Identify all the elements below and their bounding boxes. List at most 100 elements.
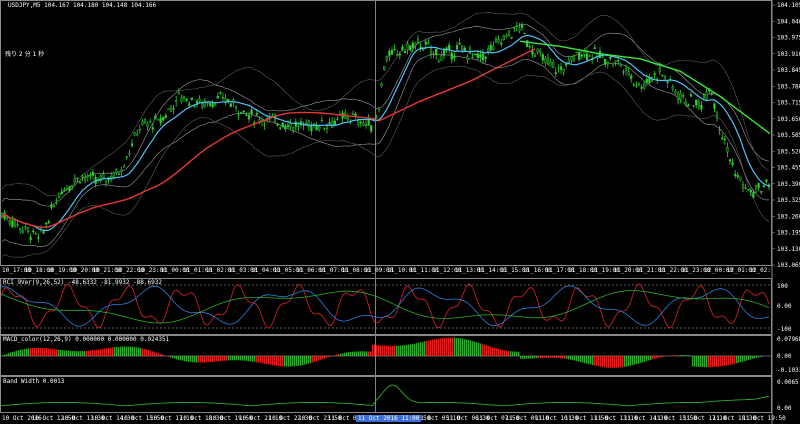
candle-body <box>151 127 154 130</box>
macd-bar <box>742 356 744 362</box>
candle-body <box>715 111 719 119</box>
macd-bar <box>42 348 44 356</box>
candle-body <box>164 115 167 118</box>
macd-bar <box>454 337 456 356</box>
macd-bar <box>6 353 8 356</box>
macd-axis-label: -0.103114 <box>777 367 800 374</box>
macd-bar <box>224 356 226 361</box>
macd-bar <box>214 356 216 362</box>
macd-bar <box>716 356 718 367</box>
candle-body <box>120 169 123 173</box>
macd-bar <box>734 356 736 364</box>
macd-bar <box>604 356 606 368</box>
macd-bar <box>22 349 24 356</box>
candle-body <box>726 146 729 153</box>
macd-bar <box>48 348 50 356</box>
macd-bar <box>748 356 750 360</box>
candle-body <box>37 237 40 239</box>
macd-bar <box>640 356 642 363</box>
macd-bar <box>506 350 508 356</box>
macd-bar <box>448 337 450 356</box>
macd-bar <box>586 356 588 364</box>
candle-body <box>461 45 464 51</box>
macd-bar <box>756 356 758 358</box>
candle-body <box>250 109 253 115</box>
price-label: 103.975 <box>777 35 800 42</box>
chart-canvas[interactable]: 104.105 104.040 103.975 103.910 103.845 103.7… <box>0 0 800 424</box>
macd-bar <box>226 356 228 361</box>
candle-body <box>281 122 284 128</box>
bollinger-bands <box>1 12 770 258</box>
macd-bar <box>326 356 328 358</box>
candle-body <box>588 55 591 57</box>
macd-bar <box>320 356 322 360</box>
candle-body <box>632 84 635 86</box>
macd-bar <box>20 349 22 356</box>
candle-body <box>130 143 134 146</box>
candle-body <box>734 174 737 176</box>
candle-body <box>320 119 323 122</box>
candle-body <box>492 45 495 50</box>
candle-body <box>60 191 63 195</box>
macd-bar <box>110 347 112 356</box>
macd-bar <box>126 346 128 356</box>
macd-bar <box>182 356 184 361</box>
time-axis-main: 10_17:0010_18:0010_19:0010_20:0010_21:00… <box>2 267 771 274</box>
macd-bar <box>612 356 614 368</box>
macd-bar <box>432 339 434 356</box>
candle-body <box>510 37 513 39</box>
candle-body <box>666 81 669 84</box>
macd-bar <box>450 337 452 356</box>
macd-bar <box>72 350 74 356</box>
macd-bar <box>650 356 652 360</box>
macd-bar <box>284 356 286 367</box>
candle-body <box>102 173 105 179</box>
macd-bar <box>626 356 628 367</box>
candle-body <box>354 113 357 117</box>
candle-body <box>640 86 643 89</box>
macd-bar <box>304 356 306 365</box>
macd-bar <box>204 356 206 363</box>
macd-bar <box>600 356 602 367</box>
bollinger-upper-outer <box>1 12 770 197</box>
candle-body <box>567 59 570 63</box>
macd-bar <box>136 347 138 356</box>
candle-body <box>50 204 53 208</box>
macd-bar <box>312 356 314 363</box>
macd-bar <box>244 356 246 361</box>
candle-body <box>674 91 677 94</box>
candle-body <box>138 129 141 131</box>
candle-body <box>619 64 622 67</box>
candle-body <box>396 54 399 56</box>
macd-bar <box>246 356 248 361</box>
macd-bar <box>298 356 300 366</box>
candle-body <box>606 62 609 65</box>
macd-bar <box>576 356 578 362</box>
macd-bar <box>456 337 458 356</box>
macd-bar <box>76 351 78 356</box>
macd-bar <box>62 350 64 356</box>
macd-bar <box>730 356 732 365</box>
macd-bar <box>102 348 104 356</box>
macd-bar <box>66 350 68 356</box>
macd-bar <box>286 356 288 367</box>
candle-body <box>570 56 573 61</box>
macd-bar <box>180 356 182 361</box>
price-label: 103.650 <box>777 116 800 123</box>
macd-bar <box>270 356 272 365</box>
candle-body <box>687 104 690 107</box>
candle-body <box>661 74 664 77</box>
candle-body <box>739 176 742 181</box>
candle-body <box>520 24 524 28</box>
candle-body <box>692 105 695 107</box>
candle-body <box>286 124 290 127</box>
macd-bar <box>8 353 10 356</box>
candle-body <box>346 117 349 120</box>
candle-body <box>702 94 706 99</box>
candle-body <box>549 61 552 67</box>
macd-bar <box>544 356 546 358</box>
candle-body <box>622 71 625 73</box>
macd-bar <box>98 349 100 356</box>
candle-body <box>544 58 547 64</box>
candle-body <box>292 127 295 131</box>
